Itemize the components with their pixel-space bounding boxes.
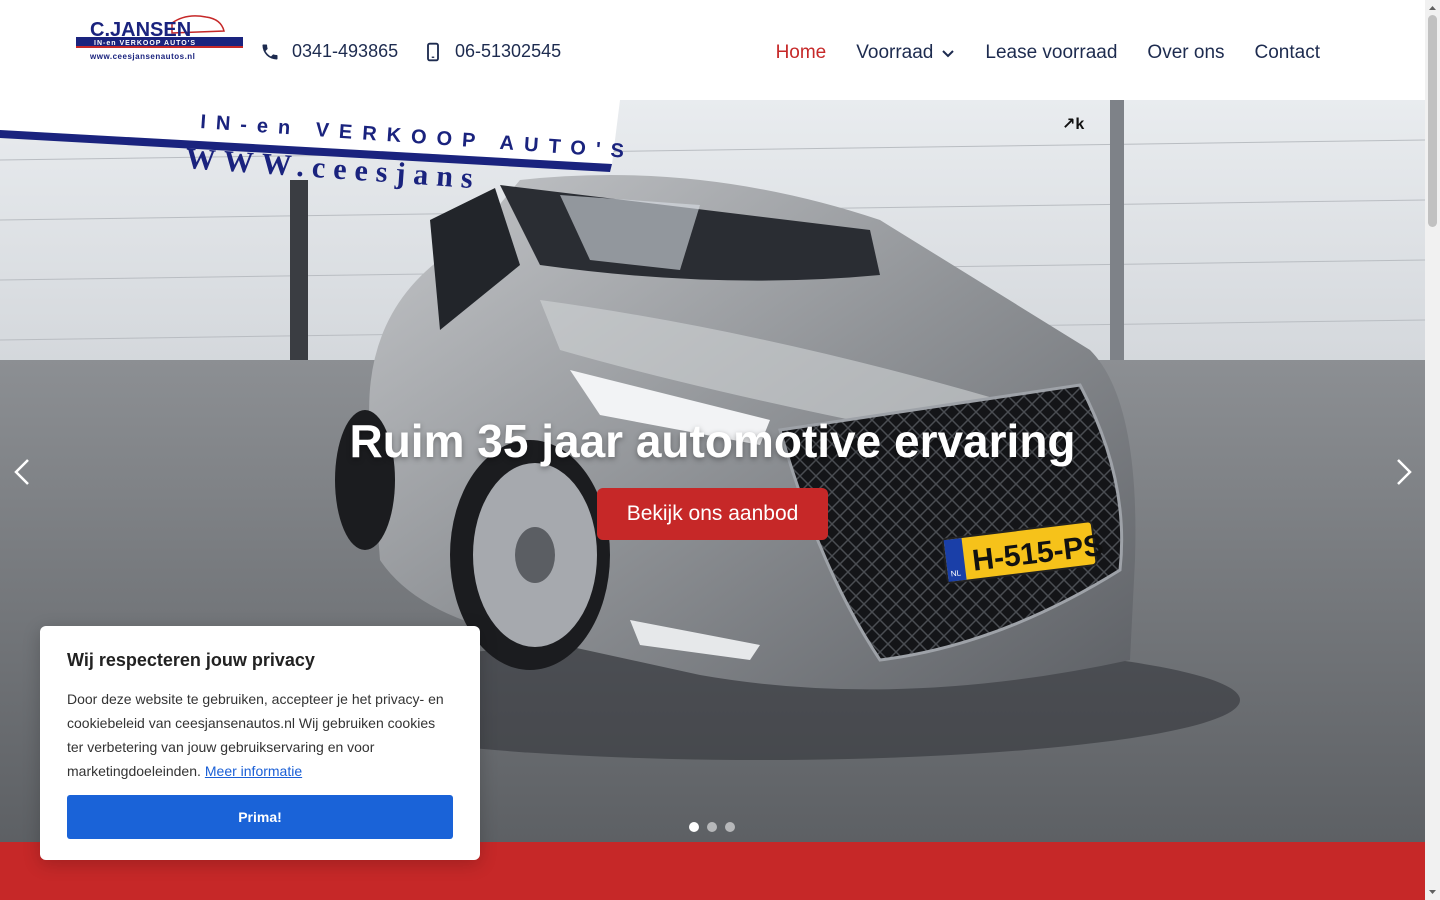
scroll-up-arrow-icon[interactable] [1428,3,1437,13]
slider-dots [689,822,735,832]
nav-item-contact[interactable]: Contact [1255,42,1320,64]
watermark-badge: ↗k [1062,116,1085,133]
phone-mobile-number: 06-51302545 [455,41,562,61]
cookie-body: Door deze website te gebruiken, acceptee… [67,687,453,783]
nav-item-voorraad-label: Voorraad [856,42,934,63]
phone-icon [262,44,278,59]
phone-landline-number: 0341-493865 [292,41,399,61]
page-scrollbar[interactable] [1425,0,1440,900]
cookie-consent-dialog: Wij respecteren jouw privacy Door deze w… [40,626,480,860]
slider-next-button[interactable] [1390,452,1418,492]
nav-item-home[interactable]: Home [776,42,827,64]
nav-item-voorraad[interactable]: Voorraad [856,42,955,64]
nav-item-home-label: Home [775,42,827,63]
logo-graphic: C.JANSEN IN-en VERKOOP AUTO'S www.ceesja… [76,15,243,61]
phone-landline[interactable]: 0341-493865 [260,41,398,62]
phone-mobile[interactable]: 06-51302545 [423,41,561,62]
logo-text: C.JANSEN [90,19,191,41]
more-info-link[interactable]: Meer informatie [205,763,302,779]
cookie-title: Wij respecteren jouw privacy [67,650,315,670]
nav-item-over-ons-label: Over ons [1147,42,1225,63]
nav-item-contact-label: Contact [1254,42,1320,63]
site-header: C.JANSEN IN-en VERKOOP AUTO'S www.ceesja… [0,0,1425,100]
main-nav: Home Voorraad Lease voorraad Over ons Co… [776,42,1320,64]
slider-dot-2[interactable] [707,822,717,832]
nav-item-lease-label: Lease voorraad [985,42,1118,63]
slider-dot-3[interactable] [725,822,735,832]
plate-country: NL [950,568,962,578]
scroll-down-arrow-icon[interactable] [1428,887,1437,897]
nav-item-over-ons[interactable]: Over ons [1147,42,1224,64]
chevron-right-icon [1397,459,1412,485]
slider-dot-1[interactable] [689,822,699,832]
chevron-left-icon [14,459,29,485]
slider-prev-button[interactable] [8,452,36,492]
nav-item-lease-voorraad[interactable]: Lease voorraad [985,42,1117,64]
chevron-down-icon [942,50,955,58]
logo-url: www.ceesjansenautos.nl [89,52,195,61]
hero-title: Ruim 35 jaar automotive ervaring [349,415,1076,467]
cookie-accept-button[interactable]: Prima! [67,795,453,839]
mobile-phone-icon [427,42,439,61]
scrollbar-thumb[interactable] [1428,15,1437,227]
site-logo[interactable]: C.JANSEN IN-en VERKOOP AUTO'S www.ceesja… [76,11,243,63]
logo-tagline: IN-en VERKOOP AUTO'S [94,40,196,47]
view-offer-button[interactable]: Bekijk ons aanbod [597,488,828,540]
